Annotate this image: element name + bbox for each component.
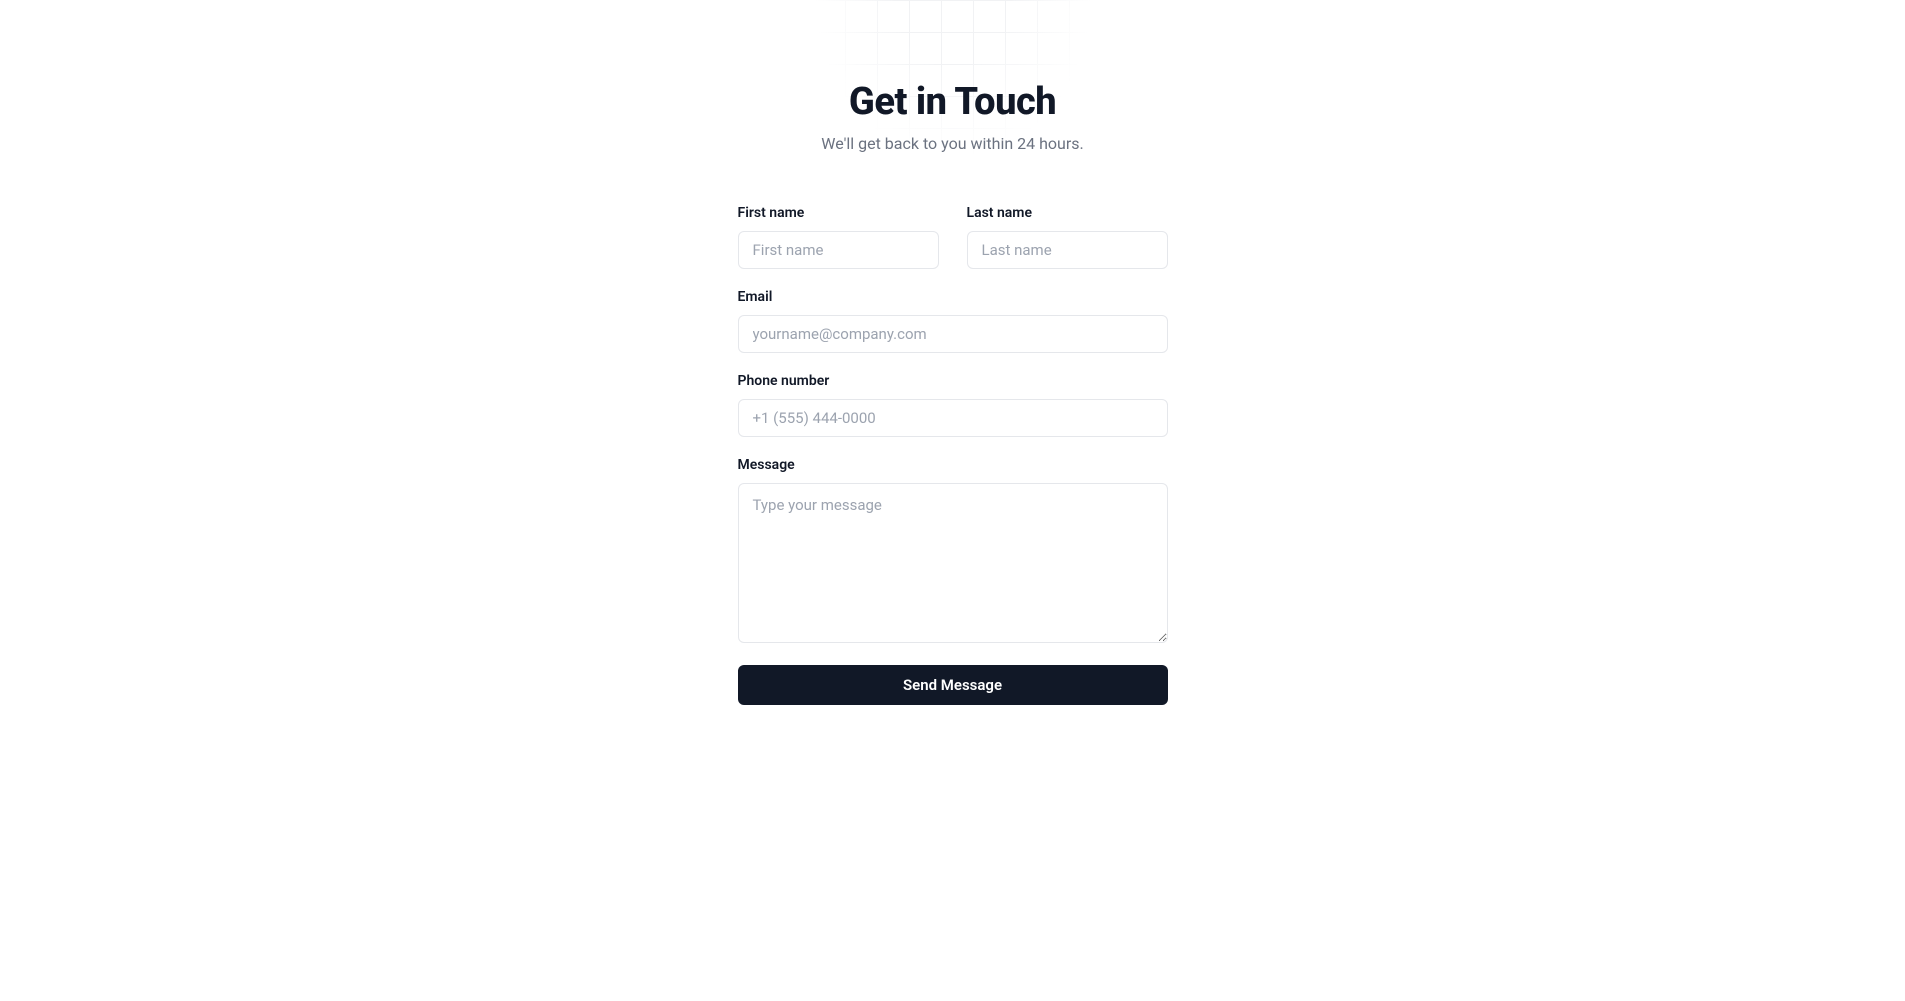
message-textarea[interactable] [738,483,1168,643]
first-name-input[interactable] [738,231,939,269]
message-label: Message [738,457,1168,473]
last-name-group: Last name [967,205,1168,269]
first-name-group: First name [738,205,939,269]
name-row: First name Last name [738,205,1168,269]
email-label: Email [738,289,1168,305]
phone-label: Phone number [738,373,1168,389]
first-name-label: First name [738,205,939,221]
contact-form-container: Get in Touch We'll get back to you withi… [738,0,1168,1001]
phone-input[interactable] [738,399,1168,437]
last-name-label: Last name [967,205,1168,221]
email-input[interactable] [738,315,1168,353]
last-name-input[interactable] [967,231,1168,269]
contact-form: First name Last name Email Phone number … [738,205,1168,705]
send-message-button[interactable]: Send Message [738,665,1168,705]
message-group: Message [738,457,1168,643]
email-group: Email [738,289,1168,353]
phone-group: Phone number [738,373,1168,437]
form-header: Get in Touch We'll get back to you withi… [738,80,1168,153]
page-title: Get in Touch [738,80,1168,124]
page-subtitle: We'll get back to you within 24 hours. [738,134,1168,153]
